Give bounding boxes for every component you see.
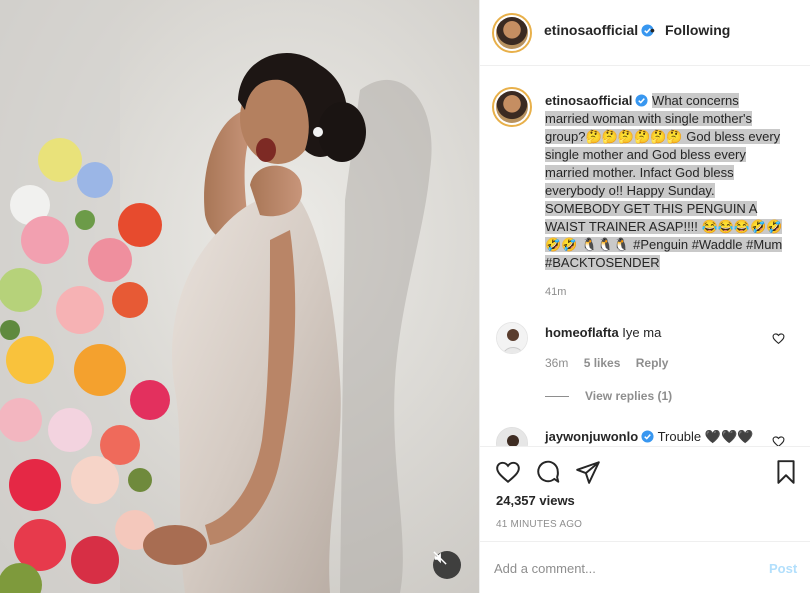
post-timestamp[interactable]: 41 MINUTES AGO <box>496 519 582 530</box>
post-actions: 24,357 views 41 MINUTES AGO <box>480 446 810 541</box>
replies-divider <box>545 395 569 397</box>
mute-button[interactable] <box>433 551 461 579</box>
reply-button[interactable]: Reply <box>636 356 669 370</box>
following-button[interactable]: Following <box>665 22 730 38</box>
comment-like-heart-icon[interactable] <box>772 332 785 345</box>
comment-likes[interactable]: 5 likes <box>584 356 621 370</box>
caption-username[interactable]: etinosaofficial <box>545 93 632 108</box>
commenter-avatar[interactable] <box>496 322 528 354</box>
comment-username[interactable]: jaywonjuwonlo <box>545 429 638 444</box>
caption: etinosaofficial What concerns married wo… <box>545 92 785 272</box>
author-avatar[interactable] <box>492 13 532 53</box>
post-comment-button[interactable]: Post <box>769 561 797 576</box>
comment-item: jaywonjuwonlo Trouble 🖤🖤🖤 <box>545 429 753 445</box>
author-username[interactable]: etinosaofficial <box>544 22 638 38</box>
verified-badge-icon <box>641 430 654 443</box>
comments-section[interactable]: etinosaofficial What concerns married wo… <box>480 67 810 446</box>
comment-text: Trouble 🖤🖤🖤 <box>657 429 754 444</box>
view-replies-label[interactable]: View replies (1) <box>585 389 672 403</box>
author-username-link[interactable]: etinosaofficial <box>544 22 654 38</box>
caption-text: What concerns married woman with single … <box>545 93 783 270</box>
post-details-panel: etinosaofficial • Following etinosaoffic… <box>479 0 810 593</box>
view-count[interactable]: 24,357 views <box>496 493 575 508</box>
share-icon[interactable] <box>575 459 601 485</box>
caption-author-avatar[interactable] <box>492 87 532 127</box>
heart-icon[interactable] <box>495 459 521 485</box>
verified-badge-icon <box>635 94 648 107</box>
comment-meta: 36m 5 likes Reply <box>545 356 680 370</box>
mute-icon <box>433 551 447 565</box>
post-video[interactable] <box>0 0 479 593</box>
caption-timestamp[interactable]: 41m <box>545 286 566 298</box>
comment-item: homeoflafta Iye ma <box>545 325 661 340</box>
comment-like-heart-icon[interactable] <box>772 435 785 446</box>
view-replies-button[interactable]: View replies (1) <box>545 389 672 403</box>
bookmark-icon[interactable] <box>773 459 799 485</box>
commenter-avatar[interactable] <box>496 427 528 446</box>
comment-icon[interactable] <box>535 459 561 485</box>
add-comment-input[interactable] <box>494 556 754 580</box>
separator-dot: • <box>650 22 655 38</box>
video-frame <box>0 0 479 593</box>
comment-username[interactable]: homeoflafta <box>545 325 619 340</box>
comment-text: Iye ma <box>622 325 662 340</box>
add-comment-bar: Post <box>480 541 810 593</box>
comment-timestamp[interactable]: 36m <box>545 356 568 370</box>
post-header: etinosaofficial • Following <box>480 0 810 66</box>
